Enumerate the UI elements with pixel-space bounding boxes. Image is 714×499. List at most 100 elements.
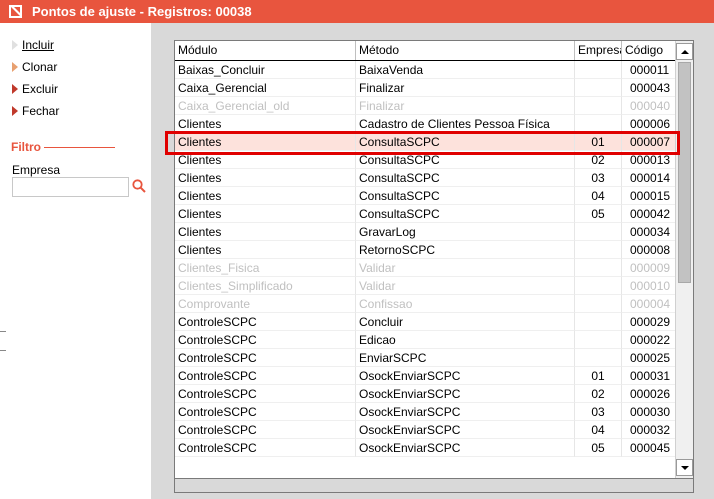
cell-metodo: OsockEnviarSCPC	[356, 385, 575, 403]
table-row[interactable]: Clientes ConsultaSCPC 01 000007	[175, 133, 677, 151]
cell-empresa: 03	[575, 403, 622, 421]
cell-modulo: ControleSCPC	[175, 367, 356, 385]
sidebar-tick	[0, 350, 6, 351]
cell-codigo: 000010	[622, 277, 677, 295]
empresa-input[interactable]	[12, 177, 129, 197]
cell-metodo: Validar	[356, 259, 575, 277]
fechar-label: Fechar	[22, 104, 60, 118]
main-area: Módulo Método Empresa Código Baixas_Conc…	[151, 23, 714, 499]
table-row[interactable]: Clientes RetornoSCPC 000008	[175, 241, 677, 259]
table-row[interactable]: ControleSCPC OsockEnviarSCPC 05 000045	[175, 439, 677, 457]
chevron-up-icon	[680, 49, 689, 54]
cell-codigo: 000042	[622, 205, 677, 223]
table-row[interactable]: ControleSCPC EnviarSCPC 000025	[175, 349, 677, 367]
sidebar: Incluir Clonar Excluir Fechar Filtro Emp…	[0, 23, 151, 499]
table-row[interactable]: Clientes ConsultaSCPC 04 000015	[175, 187, 677, 205]
cell-empresa: 02	[575, 385, 622, 403]
cell-empresa	[575, 97, 622, 115]
cell-codigo: 000007	[622, 133, 677, 151]
table-row[interactable]: ControleSCPC OsockEnviarSCPC 03 000030	[175, 403, 677, 421]
column-header-metodo[interactable]: Método	[356, 41, 575, 60]
cell-empresa	[575, 241, 622, 259]
cell-modulo: ControleSCPC	[175, 421, 356, 439]
cell-metodo: OsockEnviarSCPC	[356, 367, 575, 385]
cell-metodo: Concluir	[356, 313, 575, 331]
table-row[interactable]: Clientes Cadastro de Clientes Pessoa Físi…	[175, 115, 677, 133]
cell-codigo: 000008	[622, 241, 677, 259]
cell-metodo: GravarLog	[356, 223, 575, 241]
table-row[interactable]: Clientes_Fisica Validar 000009	[175, 259, 677, 277]
cell-modulo: Clientes	[175, 205, 356, 223]
grid-footer	[174, 479, 694, 493]
table-row[interactable]: Clientes_Simplificado Validar 000010	[175, 277, 677, 295]
incluir-label: Incluir	[22, 38, 55, 52]
cell-modulo: ControleSCPC	[175, 439, 356, 457]
cell-metodo: OsockEnviarSCPC	[356, 403, 575, 421]
cell-modulo: ControleSCPC	[175, 331, 356, 349]
table-row[interactable]: Baixas_Concluir BaixaVenda 000011	[175, 61, 677, 79]
table-row[interactable]: Clientes GravarLog 000034	[175, 223, 677, 241]
cell-modulo: Clientes	[175, 187, 356, 205]
cell-codigo: 000043	[622, 79, 677, 97]
cell-empresa: 01	[575, 367, 622, 385]
table-row[interactable]: Clientes ConsultaSCPC 03 000014	[175, 169, 677, 187]
cell-metodo: EnviarSCPC	[356, 349, 575, 367]
table-row[interactable]: ControleSCPC OsockEnviarSCPC 02 000026	[175, 385, 677, 403]
cell-empresa: 03	[575, 169, 622, 187]
cell-modulo: Caixa_Gerencial	[175, 79, 356, 97]
table-row[interactable]: ControleSCPC OsockEnviarSCPC 01 000031	[175, 367, 677, 385]
title-bar: Pontos de ajuste - Registros: 00038	[0, 0, 714, 23]
window-title: Pontos de ajuste - Registros: 00038	[32, 4, 252, 19]
cell-modulo: ControleSCPC	[175, 403, 356, 421]
table-row[interactable]: ControleSCPC Concluir 000029	[175, 313, 677, 331]
table-row[interactable]: Clientes ConsultaSCPC 05 000042	[175, 205, 677, 223]
cell-modulo: Clientes	[175, 169, 356, 187]
filter-header: Filtro	[11, 140, 115, 154]
vertical-scrollbar[interactable]	[675, 41, 693, 478]
column-header-codigo[interactable]: Código	[622, 41, 677, 60]
cell-modulo: ControleSCPC	[175, 313, 356, 331]
table-row[interactable]: ControleSCPC Edicao 000022	[175, 331, 677, 349]
table-row[interactable]: Comprovante Confissao 000004	[175, 295, 677, 313]
table-row[interactable]: Clientes ConsultaSCPC 02 000013	[175, 151, 677, 169]
scroll-up-button[interactable]	[676, 43, 693, 60]
scroll-down-button[interactable]	[676, 459, 693, 476]
cell-codigo: 000030	[622, 403, 677, 421]
cell-codigo: 000015	[622, 187, 677, 205]
table-row[interactable]: Caixa_Gerencial_old Finalizar 000040	[175, 97, 677, 115]
column-header-modulo[interactable]: Módulo	[175, 41, 356, 60]
cell-empresa: 05	[575, 205, 622, 223]
table-row[interactable]: Caixa_Gerencial Finalizar 000043	[175, 79, 677, 97]
cell-empresa	[575, 61, 622, 79]
cell-empresa: 05	[575, 439, 622, 457]
cell-empresa	[575, 259, 622, 277]
cell-modulo: Clientes_Fisica	[175, 259, 356, 277]
search-icon[interactable]	[131, 178, 147, 194]
sidebar-tick	[0, 331, 6, 332]
clonar-button[interactable]: Clonar	[12, 58, 57, 76]
cell-modulo: Clientes	[175, 151, 356, 169]
table-row[interactable]: ControleSCPC OsockEnviarSCPC 04 000032	[175, 421, 677, 439]
excluir-label: Excluir	[22, 82, 59, 96]
cell-empresa	[575, 277, 622, 295]
cell-metodo: OsockEnviarSCPC	[356, 439, 575, 457]
cell-codigo: 000013	[622, 151, 677, 169]
cell-metodo: Finalizar	[356, 97, 575, 115]
cell-modulo: Clientes	[175, 133, 356, 151]
fechar-button[interactable]: Fechar	[12, 102, 59, 120]
cell-modulo: Clientes	[175, 223, 356, 241]
cell-empresa	[575, 79, 622, 97]
scroll-thumb[interactable]	[678, 62, 691, 283]
empresa-label: Empresa	[12, 163, 61, 177]
cell-codigo: 000025	[622, 349, 677, 367]
grid-header: Módulo Método Empresa Código	[175, 41, 677, 61]
incluir-button[interactable]: Incluir	[12, 36, 54, 54]
cell-codigo: 000004	[622, 295, 677, 313]
cell-codigo: 000031	[622, 367, 677, 385]
cell-metodo: Cadastro de Clientes Pessoa Física	[356, 115, 575, 133]
cell-empresa	[575, 223, 622, 241]
cell-metodo: Finalizar	[356, 79, 575, 97]
cell-codigo: 000014	[622, 169, 677, 187]
excluir-button[interactable]: Excluir	[12, 80, 58, 98]
column-header-empresa[interactable]: Empresa	[575, 41, 622, 60]
